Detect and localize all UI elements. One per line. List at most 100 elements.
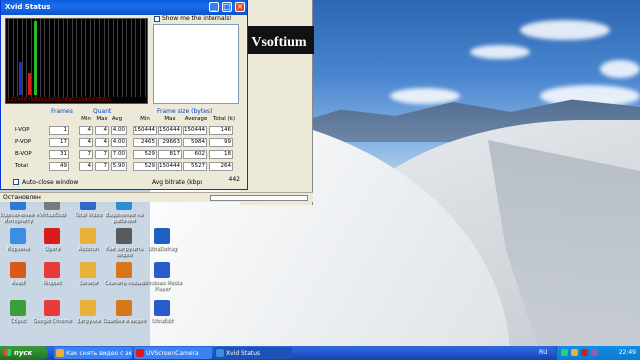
system-tray: RU 22:49: [539, 346, 640, 360]
desktop-app-icon: [154, 228, 170, 244]
graph-gridline: [80, 19, 82, 97]
graph-gridline: [76, 19, 78, 97]
desktop-icon-label: Windows Media Player: [142, 280, 182, 292]
desktop-app-icon: [44, 228, 60, 244]
stat-value: 264: [220, 163, 232, 169]
taskbar-task-button[interactable]: UVScreenCamera: [134, 347, 212, 359]
tray-volume-icon[interactable]: [571, 349, 578, 356]
tray-antivirus-icon[interactable]: [581, 349, 588, 356]
stat-value: 17: [60, 139, 67, 145]
desktop-app-icon: [116, 300, 132, 316]
desktop-app-icon: [44, 300, 60, 316]
desktop-app-icon: [154, 300, 170, 316]
row-label: P-VOP: [15, 139, 32, 145]
desktop-app-icon: [10, 300, 26, 316]
start-button[interactable]: пуск: [0, 346, 48, 360]
close-icon: ×: [236, 2, 244, 11]
graph-gridline: [53, 19, 55, 97]
taskbar-task-button[interactable]: Xvid Status: [214, 347, 292, 359]
graph-gridline: [135, 19, 137, 97]
size-total-header: Total (k): [212, 116, 236, 122]
close-button[interactable]: ×: [235, 2, 245, 12]
minimize-button[interactable]: _: [209, 2, 219, 12]
cloud: [600, 60, 640, 78]
bitrate-graph: 1234567890123456789012345678901: [5, 18, 148, 104]
auto-close-label: Auto-close window: [22, 179, 79, 186]
language-indicator[interactable]: RU: [539, 349, 548, 356]
desktop-icon-label: Выделение на рабочем: [105, 212, 143, 224]
desktop-app-icon: [80, 300, 96, 316]
cloud: [390, 88, 460, 104]
desktop-icon[interactable]: UltraDefrag: [138, 228, 186, 258]
graph-gridline: [112, 19, 114, 97]
taskbar-task-button[interactable]: Как снять видео с экрана: [54, 347, 132, 359]
graph-gridline: [99, 19, 100, 97]
graph-gridline: [139, 19, 141, 97]
row-label: I-VOP: [15, 127, 30, 133]
stat-value: 4.00: [112, 139, 125, 145]
graph-bar: [28, 73, 31, 95]
graph-gridline: [71, 19, 73, 97]
stat-value: 4: [103, 139, 108, 145]
avg-bitrate-value: 442: [202, 176, 242, 185]
stat-value: 150444: [159, 163, 180, 169]
graph-gridline: [94, 19, 96, 97]
graph-gridline: [58, 19, 60, 97]
graph-gridline: [48, 19, 50, 97]
auto-close-checkbox[interactable]: [13, 179, 19, 185]
stat-value: 5527: [191, 163, 205, 169]
graph-gridline: [89, 19, 91, 97]
vsoftium-banner: Vsoftium: [244, 26, 314, 54]
stat-value: 7: [103, 163, 108, 169]
desktop-icon[interactable]: Windows Media Player: [138, 262, 186, 292]
stat-value: 529: [144, 163, 156, 169]
stat-value: 4: [103, 127, 108, 133]
stat-value: 146: [220, 127, 232, 133]
graph-bar: [34, 21, 37, 95]
stat-value: 529: [144, 151, 156, 157]
graph-gridline: [62, 19, 64, 97]
desktop-icon[interactable]: UltraEdit: [138, 300, 186, 330]
task-app-icon: [136, 349, 144, 357]
stat-value: 99: [224, 139, 231, 145]
size-min-header: Min: [140, 116, 150, 122]
tray-app-icon[interactable]: [591, 349, 598, 356]
desktop-app-icon: [10, 262, 26, 278]
stat-value: 49: [60, 163, 67, 169]
desktop-app-icon: [80, 228, 96, 244]
stat-value: 817: [169, 151, 181, 157]
xvid-status-window[interactable]: Xvid Status _ □ × 1234567890123456789012…: [0, 0, 248, 190]
graph-gridline: [67, 19, 69, 97]
task-app-icon: [56, 349, 64, 357]
minimize-icon: _: [212, 2, 216, 11]
graph-bar: [19, 62, 22, 95]
desktop-icon-label: UltraEdit: [151, 318, 173, 324]
status-bar: Остановлен: [0, 192, 313, 202]
graph-gridline: [108, 19, 110, 97]
stat-value: 4: [87, 127, 92, 133]
graph-gridline: [117, 19, 119, 97]
desktop-app-icon: [116, 228, 132, 244]
desktop-app-icon: [116, 262, 132, 278]
graph-gridline: [126, 19, 128, 97]
graph-gridline: [130, 19, 132, 97]
stat-value: 31: [60, 151, 67, 157]
stat-value: 29663: [162, 139, 181, 145]
background-window[interactable]: Vsoftium: [240, 0, 314, 205]
graph-gridline: [121, 19, 123, 97]
desktop-app-icon: [80, 262, 96, 278]
task-app-icon: [216, 349, 224, 357]
show-internals-checkbox[interactable]: [154, 16, 160, 22]
tray-network-icon[interactable]: [561, 349, 568, 356]
task-label: UVScreenCamera: [146, 350, 199, 357]
stat-value: 18: [224, 151, 231, 157]
maximize-button[interactable]: □: [222, 2, 232, 12]
graph-gridline: [39, 19, 41, 97]
stats-table: Frames Quant Frame size (bytes) Min Max …: [5, 108, 241, 171]
size-max-header: Max: [164, 116, 176, 122]
frame-size-group-label: Frame size (bytes): [157, 108, 213, 115]
internals-panel: [153, 24, 239, 104]
graph-gridline: [103, 19, 105, 97]
start-label: пуск: [14, 349, 33, 357]
graph-frame-numbers: 1234567890123456789012345678901: [7, 97, 112, 103]
